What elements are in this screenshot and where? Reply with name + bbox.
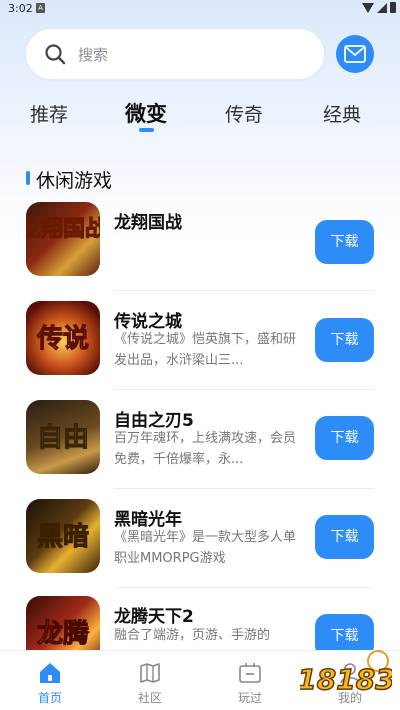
wifi-icon (362, 3, 374, 13)
nav-home[interactable]: 首页 (10, 651, 90, 710)
watermark-text: 18183 (300, 663, 392, 696)
game-name: 龙翔国战 (114, 213, 182, 233)
game-icon-text: 龙翔国战 (26, 216, 100, 242)
notification-icon: A (36, 3, 45, 13)
watermark-logo: 18183 (300, 650, 392, 697)
nav-label: 玩过 (237, 691, 262, 705)
game-icon-text: 传说 (36, 324, 89, 354)
game-description: 融合了端游，页游、手游的 (114, 628, 271, 643)
game-icon: 传说 (26, 301, 100, 375)
game-item[interactable]: 龙翔国战 龙翔国战 下载 (0, 192, 400, 290)
tab-classic[interactable]: 经典 (323, 100, 361, 127)
download-button[interactable]: 下载 (315, 515, 374, 559)
tab-recommend[interactable]: 推荐 (30, 100, 68, 127)
nav-played[interactable]: 玩过 (210, 651, 290, 710)
game-icon: 黑暗 (26, 499, 100, 573)
search-input[interactable]: 搜索 (26, 29, 324, 79)
signal-icon (377, 3, 387, 13)
game-description: 《传说之城》恺英旗下，盛和研发出品，水浒梁山三... (114, 332, 297, 368)
download-button[interactable]: 下载 (315, 220, 374, 264)
nav-label: 社区 (137, 691, 162, 705)
search-icon (45, 44, 66, 65)
map-icon (140, 663, 160, 683)
game-item[interactable]: 传说 传说之城 《传说之城》恺英旗下，盛和研发出品，水浒梁山三... 下载 (0, 291, 400, 389)
section-accent-bar (26, 171, 30, 185)
section-title: 休闲游戏 (36, 170, 113, 192)
tab-indicator (139, 128, 154, 132)
status-time: 3:02 (8, 2, 33, 15)
game-name: 龙腾天下2 (114, 607, 194, 627)
nav-label: 首页 (37, 691, 62, 705)
tab-chuanqi[interactable]: 传奇 (225, 100, 263, 127)
mail-button[interactable] (336, 35, 374, 73)
game-description: 百万年魂环，上线满攻速，会员免费，千倍爆率，永... (114, 431, 297, 467)
home-icon (40, 663, 60, 683)
game-icon: 龙腾 (26, 596, 100, 650)
nav-community[interactable]: 社区 (110, 651, 190, 710)
game-icon-art: 黑暗 (36, 522, 89, 553)
game-description: 《黑暗光年》是一款大型多人单职业MMORPG游戏 (114, 530, 297, 566)
game-item[interactable]: 自由 自由之刃5 百万年魂环，上线满攻速，会员免费，千倍爆率，永... 下载 (0, 390, 400, 488)
game-icon-text: 龙腾 (37, 619, 90, 649)
game-item[interactable]: 龙腾 龙腾天下2 融合了端游，页游、手游的 下载 (0, 588, 400, 650)
status-bar: 3:02 A (0, 0, 400, 18)
game-icon-art: 自由 (36, 422, 89, 454)
tab-weibian[interactable]: 微变 (125, 98, 167, 128)
game-icon: 自由 (26, 400, 100, 474)
download-button[interactable]: 下载 (315, 416, 374, 460)
game-icon-art: 龙翔国战 (26, 216, 100, 243)
game-icon-text: 自由 (37, 422, 89, 453)
category-tabs: 推荐 微变 传奇 经典 (0, 96, 400, 140)
mail-icon (344, 45, 366, 63)
download-button[interactable]: 下载 (315, 318, 374, 362)
game-icon: 龙翔国战 (26, 202, 100, 276)
game-item[interactable]: 黑暗 黑暗光年 《黑暗光年》是一款大型多人单职业MMORPG游戏 下载 (0, 489, 400, 587)
box-icon (239, 663, 261, 683)
game-icon-art: 龙腾 (36, 619, 90, 650)
search-placeholder: 搜索 (78, 46, 109, 64)
battery-icon (390, 2, 396, 13)
game-icon-art: 传说 (35, 324, 89, 355)
game-icon-text: 黑暗 (37, 522, 89, 552)
